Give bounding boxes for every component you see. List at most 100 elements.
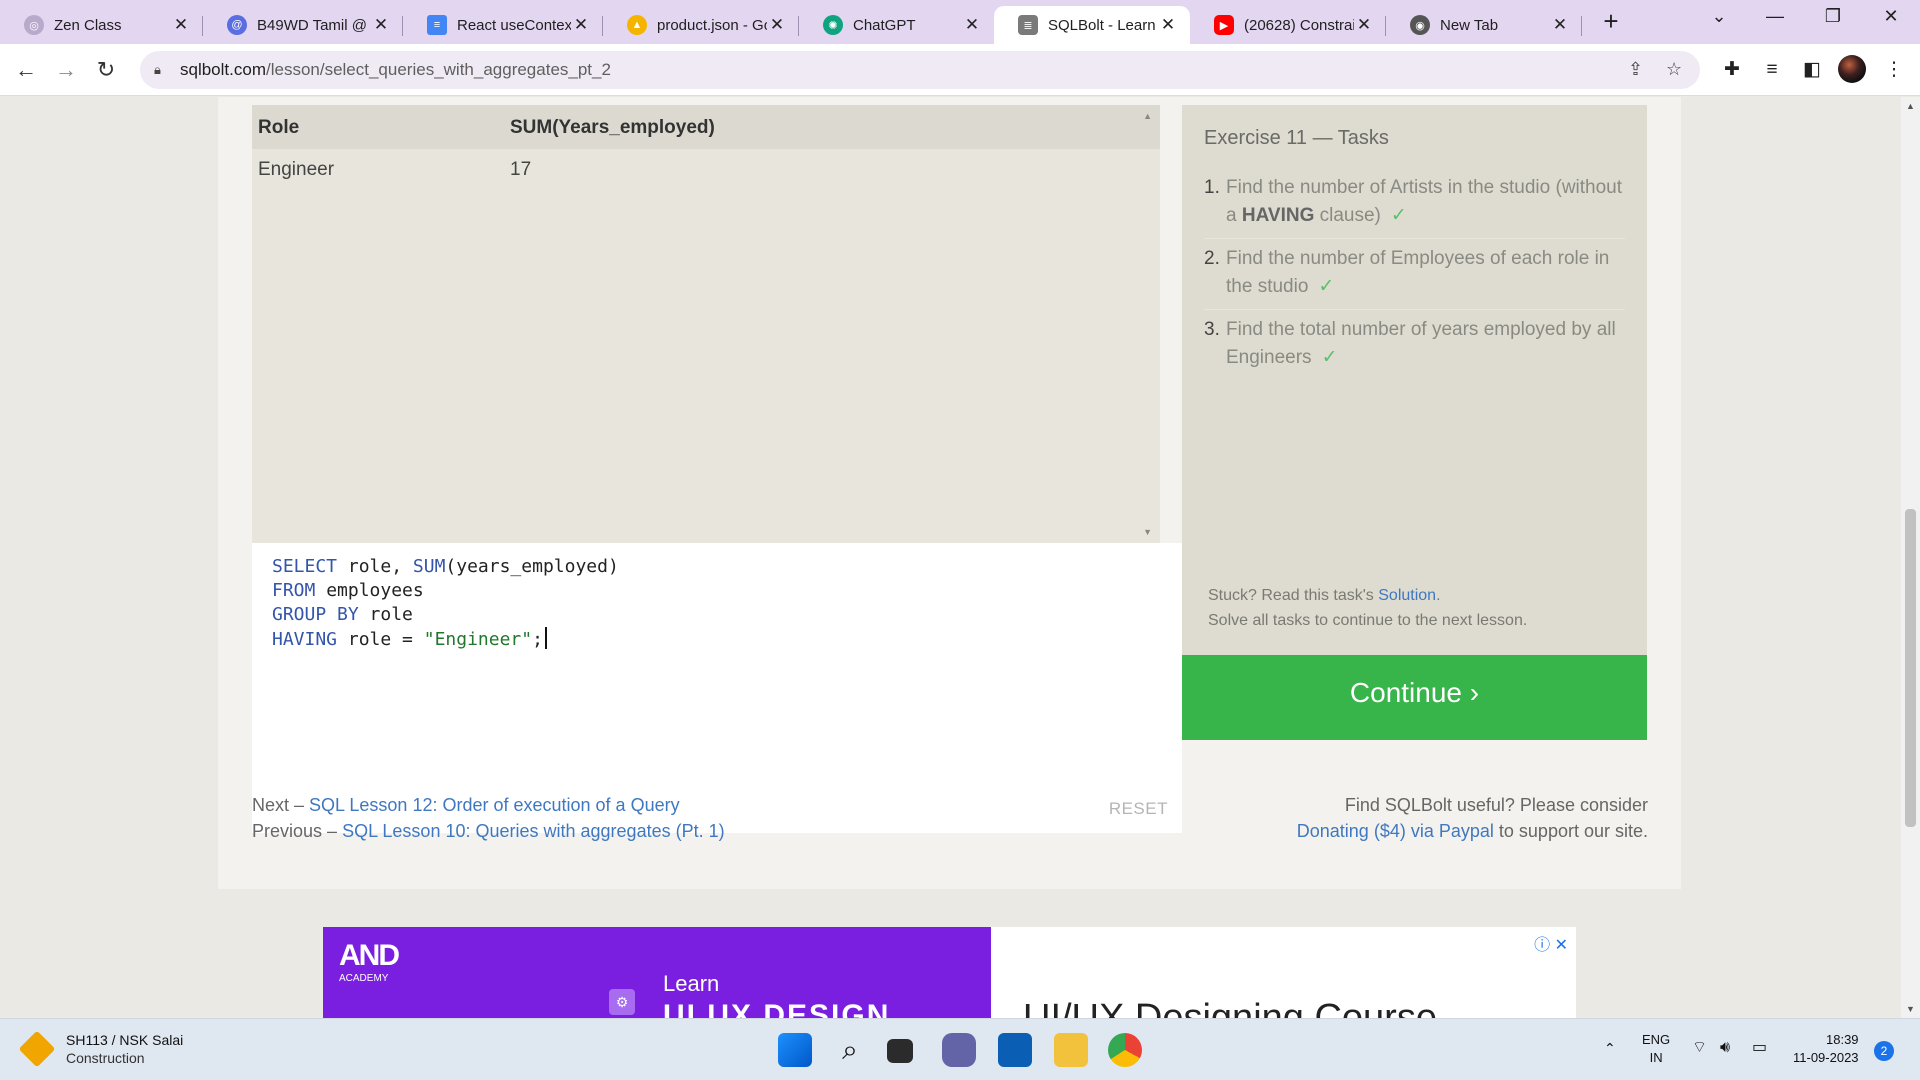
donate-link[interactable]: Donating ($4) via Paypal — [1297, 821, 1494, 841]
profile-avatar[interactable] — [1838, 55, 1866, 83]
language-indicator[interactable]: ENG IN — [1642, 1031, 1670, 1067]
minimize-button[interactable]: — — [1760, 6, 1790, 27]
advertisement-banner[interactable]: AND ACADEMY ⚙ Learn UI UX DESIGN UI/UX De… — [323, 927, 1576, 1018]
close-tab-icon[interactable]: ✕ — [962, 15, 982, 35]
scrollbar-thumb[interactable] — [1905, 509, 1916, 827]
solution-link[interactable]: Solution — [1378, 587, 1436, 604]
menu-dots-icon[interactable]: ⋮ — [1880, 56, 1908, 84]
media-control-icon[interactable]: ≡ — [1758, 56, 1786, 84]
share-icon[interactable]: ⇪ — [1628, 59, 1643, 80]
tab-zen-class[interactable]: ◎ Zen Class ✕ — [0, 6, 203, 44]
close-tab-icon[interactable]: ✕ — [571, 15, 591, 35]
tab-new-tab[interactable]: ◉ New Tab ✕ — [1386, 6, 1582, 44]
youtube-icon: ▶ — [1214, 15, 1234, 35]
code-line: HAVING role = "Engineer"; — [272, 627, 1162, 652]
ad-text: Learn — [663, 971, 720, 996]
task-item: 1. Find the number of Artists in the stu… — [1204, 168, 1625, 239]
address-bar[interactable]: 🔒︎ sqlbolt.com/lesson/select_queries_wit… — [140, 51, 1700, 89]
task-item: 2. Find the number of Employees of each … — [1204, 239, 1625, 310]
close-tab-icon[interactable]: ✕ — [1354, 15, 1374, 35]
chrome-icon[interactable] — [1108, 1033, 1142, 1067]
lesson-navigation: Next – SQL Lesson 12: Order of execution… — [252, 795, 725, 841]
clock[interactable]: 18:39 11-09-2023 — [1793, 1031, 1859, 1067]
scroll-up-icon[interactable]: ▲ — [1901, 101, 1920, 111]
table-row: Engineer 17 — [252, 149, 1160, 191]
previous-lesson-link[interactable]: SQL Lesson 10: Queries with aggregates (… — [342, 821, 725, 841]
close-tab-icon[interactable]: ✕ — [1550, 15, 1570, 35]
task-item: 3. Find the total number of years employ… — [1204, 319, 1616, 368]
tab-search-icon[interactable]: ⌄ — [1704, 6, 1734, 27]
bookmark-star-icon[interactable]: ☆ — [1666, 59, 1682, 80]
restore-button[interactable]: ❐ — [1818, 6, 1848, 27]
sql-editor[interactable]: SELECT role, SUM(years_employed) FROM em… — [252, 543, 1182, 833]
windows-taskbar: SH113 / NSK Salai Construction ⌕ ⌃ ENG IN… — [0, 1018, 1920, 1080]
scroll-up-icon[interactable]: ▲ — [1143, 111, 1152, 121]
tab-title: New Tab — [1440, 16, 1499, 34]
toolbar: ← → ↻ 🔒︎ sqlbolt.com/lesson/select_queri… — [0, 44, 1920, 96]
checkmark-icon: ✓ — [1318, 276, 1335, 297]
site-icon: @ — [227, 15, 247, 35]
side-panel-icon[interactable]: ◧ — [1798, 56, 1826, 84]
file-explorer-icon[interactable] — [1054, 1033, 1088, 1067]
tab-title: Zen Class — [54, 16, 122, 34]
chrome-icon: ◉ — [1410, 15, 1430, 35]
close-tab-icon[interactable]: ✕ — [371, 15, 391, 35]
store-icon[interactable] — [998, 1033, 1032, 1067]
new-tab-button[interactable]: + — [1596, 6, 1626, 36]
battery-icon[interactable]: ▭ — [1752, 1039, 1767, 1057]
continue-button[interactable]: Continue › — [1182, 655, 1647, 740]
tab-title: (20628) Constrain — [1244, 16, 1354, 34]
column-header: SUM(Years_employed) — [504, 105, 1160, 149]
close-tab-icon[interactable]: ✕ — [171, 15, 191, 35]
tasks-panel: Exercise 11 — Tasks 1. Find the number o… — [1182, 105, 1647, 655]
back-arrow-icon[interactable]: ← — [12, 56, 40, 84]
help-text: Stuck? Read this task's Solution. Solve … — [1208, 587, 1528, 629]
tab-chatgpt[interactable]: ✺ ChatGPT ✕ — [799, 6, 994, 44]
reset-button[interactable]: RESET — [1109, 797, 1168, 821]
query-results-panel: Role SUM(Years_employed) Engineer 17 ▲ ▼ — [252, 105, 1160, 543]
column-header: Role — [252, 105, 504, 149]
url-text: sqlbolt.com/lesson/select_queries_with_a… — [180, 60, 611, 79]
task-view-icon[interactable] — [887, 1039, 913, 1063]
chat-icon[interactable] — [942, 1033, 976, 1067]
wifi-icon[interactable]: ⌔ — [1692, 1039, 1707, 1057]
start-icon[interactable] — [778, 1033, 812, 1067]
reload-icon[interactable]: ↻ — [92, 56, 120, 84]
volume-icon[interactable]: 🔊︎ — [1720, 1039, 1730, 1057]
construction-icon — [18, 1030, 56, 1068]
tasks-title: Exercise 11 — Tasks — [1204, 127, 1389, 149]
weather-widget[interactable]: SH113 / NSK Salai Construction — [18, 1030, 183, 1068]
search-icon[interactable]: ⌕ — [833, 1033, 867, 1067]
tab-title: React useContext — [457, 16, 571, 34]
table-cell: 17 — [510, 159, 532, 180]
checkmark-icon: ✓ — [1390, 205, 1407, 226]
tab-b49wd[interactable]: @ B49WD Tamil @ 7 ✕ — [203, 6, 403, 44]
tab-youtube[interactable]: ▶ (20628) Constrain ✕ — [1190, 6, 1386, 44]
tab-title: ChatGPT — [853, 16, 916, 34]
show-hidden-icons-icon[interactable]: ⌃ — [1604, 1039, 1616, 1057]
code-line: GROUP BY role — [272, 604, 413, 625]
zen-class-icon: ◎ — [24, 15, 44, 35]
next-lesson-link[interactable]: SQL Lesson 12: Order of execution of a Q… — [309, 795, 680, 815]
page-scrollbar[interactable]: ▲ ▼ — [1901, 97, 1920, 1018]
tab-product-json[interactable]: ▲ product.json - Go ✕ — [603, 6, 799, 44]
ad-choices-icon[interactable]: ⓘ ✕ — [1534, 931, 1568, 955]
close-window-button[interactable]: ✕ — [1876, 6, 1906, 27]
code-line: FROM employees — [272, 580, 424, 601]
close-tab-icon[interactable]: ✕ — [1158, 15, 1178, 35]
lock-icon[interactable]: 🔒︎ — [154, 62, 170, 78]
gear-icon: ⚙ — [609, 989, 635, 1015]
ad-image — [323, 927, 991, 1018]
docs-icon: ≡ — [427, 15, 447, 35]
scroll-down-icon[interactable]: ▼ — [1901, 1004, 1920, 1014]
close-tab-icon[interactable]: ✕ — [767, 15, 787, 35]
extensions-icon[interactable]: ✚ — [1718, 56, 1746, 84]
scroll-down-icon[interactable]: ▼ — [1143, 527, 1152, 537]
tab-sqlbolt[interactable]: ≣ SQLBolt - Learn S ✕ — [994, 6, 1190, 44]
forward-arrow-icon[interactable]: → — [52, 56, 80, 84]
database-icon: ≣ — [1018, 15, 1038, 35]
chatgpt-icon: ✺ — [823, 15, 843, 35]
tab-react-usecontext[interactable]: ≡ React useContext ✕ — [403, 6, 603, 44]
checkmark-icon: ✓ — [1321, 347, 1338, 368]
notification-badge[interactable]: 2 — [1874, 1041, 1894, 1061]
